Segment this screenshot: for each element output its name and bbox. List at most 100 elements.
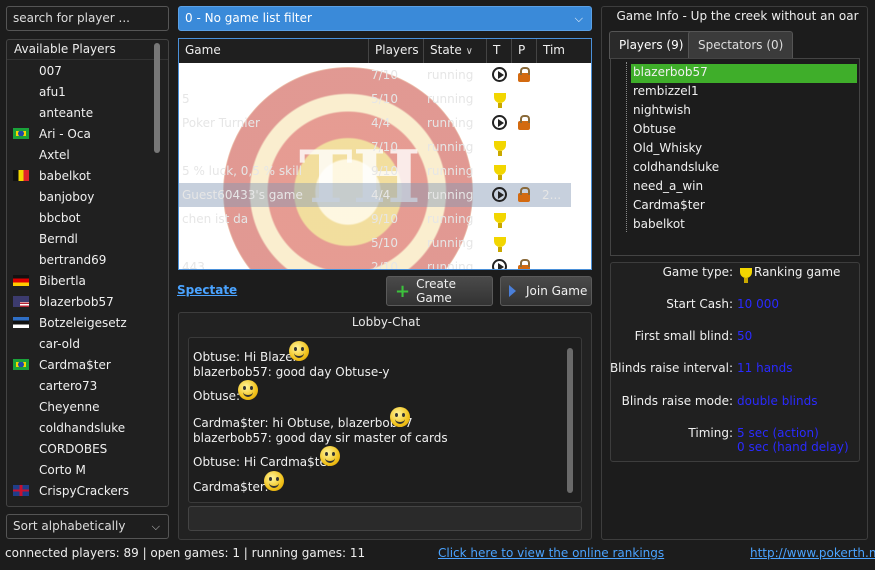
game-row[interactable]: 7/10 running [179, 63, 571, 87]
player-list-item[interactable]: Cardma$ter [7, 354, 168, 375]
player-list-item[interactable]: CrispyCrackers [7, 480, 168, 501]
blinds-raise-interval-value: 11 hands [737, 361, 793, 375]
player-list-item[interactable]: CORDOBES [7, 438, 168, 459]
chat-input[interactable] [188, 506, 582, 531]
game-state: running [427, 212, 474, 226]
player-list-item[interactable]: cartero73 [7, 375, 168, 396]
player-list-item[interactable]: bertrand69 [7, 249, 168, 270]
chat-message: Cardma$ter: [193, 480, 269, 494]
player-name: Berndl [39, 231, 78, 246]
lobby-chat-panel: Lobby-Chat Obtuse: Hi Blazer blazerbob57:… [178, 312, 592, 540]
game-player-item[interactable]: babelkot [631, 216, 687, 235]
game-players: 4/4 [371, 116, 391, 130]
player-name: Cheyenne [39, 399, 100, 414]
join-game-button[interactable]: Join Game [500, 276, 592, 306]
game-row[interactable]: 5 % luck, 0,5 % skill 9/10 running [179, 159, 571, 183]
available-players-header: Available Players [7, 40, 168, 60]
game-player-item[interactable]: rembizzel1 [631, 83, 701, 102]
available-players-list[interactable]: Available Players 007 afu1 anteante Ari - O… [6, 39, 169, 507]
player-list-item[interactable]: Axtel [7, 144, 168, 165]
start-cash-value: 10 000 [737, 297, 779, 311]
game-row[interactable]: Poker Turnier 4/4 running [179, 111, 571, 135]
column-game[interactable]: Game [179, 39, 369, 63]
game-row[interactable]: chen ist da 9/10 running [179, 207, 571, 231]
player-list-item[interactable]: Berndl [7, 228, 168, 249]
column-time[interactable]: Tim [537, 39, 571, 63]
game-filter-select[interactable]: 0 - No game list filter ⌵ [178, 6, 592, 31]
start-cash-label: Start Cash: [666, 297, 733, 311]
game-row[interactable]: Guest60433's game 4/4 running 2... [179, 183, 571, 207]
game-players: 9/10 [371, 212, 398, 226]
timing-action-value: 5 sec (action) [737, 426, 819, 440]
online-rankings-link[interactable]: Click here to view the online rankings [438, 546, 664, 560]
play-icon [492, 115, 507, 130]
player-name: Corto M [39, 462, 86, 477]
website-link[interactable]: http://www.pokerth.net [750, 546, 875, 560]
game-player-item[interactable]: Old_Whisky [631, 140, 704, 159]
player-name: afu1 [39, 84, 66, 99]
game-row[interactable]: 5 5/10 running [179, 87, 571, 111]
player-name: coldhandsluke [39, 420, 126, 435]
game-row[interactable]: 5/10 running [179, 231, 571, 255]
chevron-down-icon: ⌵ [574, 12, 583, 25]
player-list-item[interactable]: blazerbob57 [7, 291, 168, 312]
player-list-item[interactable]: afu1 [7, 81, 168, 102]
sort-select[interactable]: Sort alphabetically ⌵ [6, 514, 169, 539]
create-game-button[interactable]: + Create Game [386, 276, 493, 306]
trophy-icon [494, 237, 506, 252]
game-player-item[interactable]: Cardma$ter [631, 197, 707, 216]
player-list-item[interactable]: Cheyenne [7, 396, 168, 417]
tab-spectators[interactable]: Spectators (0) [688, 31, 794, 59]
game-time: 2... [542, 188, 562, 202]
game-player-item[interactable]: Obtuse [631, 121, 678, 140]
chat-message: Obtuse: Hi Blazer [193, 350, 298, 364]
player-list-item[interactable]: bbcbot [7, 207, 168, 228]
column-type[interactable]: T [487, 39, 512, 63]
timing-hand-delay-value: 0 sec (hand delay) [737, 440, 849, 454]
smiley-icon [264, 471, 284, 491]
game-filter-selected: 0 - No game list filter [185, 11, 312, 25]
game-name: Guest60433's game [182, 188, 303, 202]
player-list-item[interactable]: anteante [7, 102, 168, 123]
game-row[interactable]: 443 2/10 running [179, 255, 571, 270]
player-list-item[interactable]: coldhandsluke [7, 417, 168, 438]
game-list-header: Game Players State ∨ T P Tim [179, 39, 591, 63]
spectate-link[interactable]: Spectate [177, 283, 237, 297]
chat-message: blazerbob57: good day sir master of card… [193, 431, 448, 445]
game-players: 7/10 [371, 68, 398, 82]
usa-flag-icon [13, 296, 29, 307]
player-list-item[interactable]: babelkot [7, 165, 168, 186]
column-state[interactable]: State ∨ [424, 39, 487, 63]
column-private[interactable]: P [512, 39, 537, 63]
game-players-list[interactable]: blazerbob57 rembizzel1 nightwish Obtuse Old_… [610, 58, 860, 256]
player-name: Ari - Oca [39, 126, 91, 141]
chat-scrollbar[interactable] [567, 348, 573, 493]
join-arrow-icon [509, 285, 516, 297]
first-small-blind-value: 50 [737, 329, 753, 343]
player-list-item[interactable]: banjoboy [7, 186, 168, 207]
blinds-raise-mode-label: Blinds raise mode: [621, 394, 733, 408]
play-icon [492, 187, 507, 202]
tab-players[interactable]: Players (9) [609, 31, 694, 59]
search-input[interactable]: search for player ... [6, 6, 169, 31]
game-row[interactable]: 7/10 running [179, 135, 571, 159]
player-list-item[interactable]: Bibertla [7, 270, 168, 291]
lobby-chat-messages[interactable]: Obtuse: Hi Blazer blazerbob57: good day O… [188, 337, 582, 503]
estonia-flag-icon [13, 317, 29, 328]
player-list-item[interactable]: Ari - Oca [7, 123, 168, 144]
player-list-item[interactable]: Corto M [7, 459, 168, 480]
player-name: bertrand69 [39, 252, 107, 267]
game-player-item[interactable]: nightwish [631, 102, 693, 121]
column-players[interactable]: Players [369, 39, 424, 63]
game-player-item[interactable]: coldhandsluke [631, 159, 721, 178]
chat-message: blazerbob57: good day Obtuse-y [193, 365, 390, 379]
game-player-item[interactable]: need_a_win [631, 178, 705, 197]
belgium-flag-icon [13, 170, 29, 181]
game-state: running [427, 260, 474, 270]
players-scrollbar[interactable] [154, 43, 160, 153]
player-list-item[interactable]: car-old [7, 333, 168, 354]
game-list-table[interactable]: TH Game Players State ∨ T P Tim 7/10 runn… [178, 38, 592, 270]
player-list-item[interactable]: Botzeleigesetz [7, 312, 168, 333]
player-list-item[interactable]: 007 [7, 60, 168, 81]
game-player-item[interactable]: blazerbob57 [631, 64, 857, 83]
